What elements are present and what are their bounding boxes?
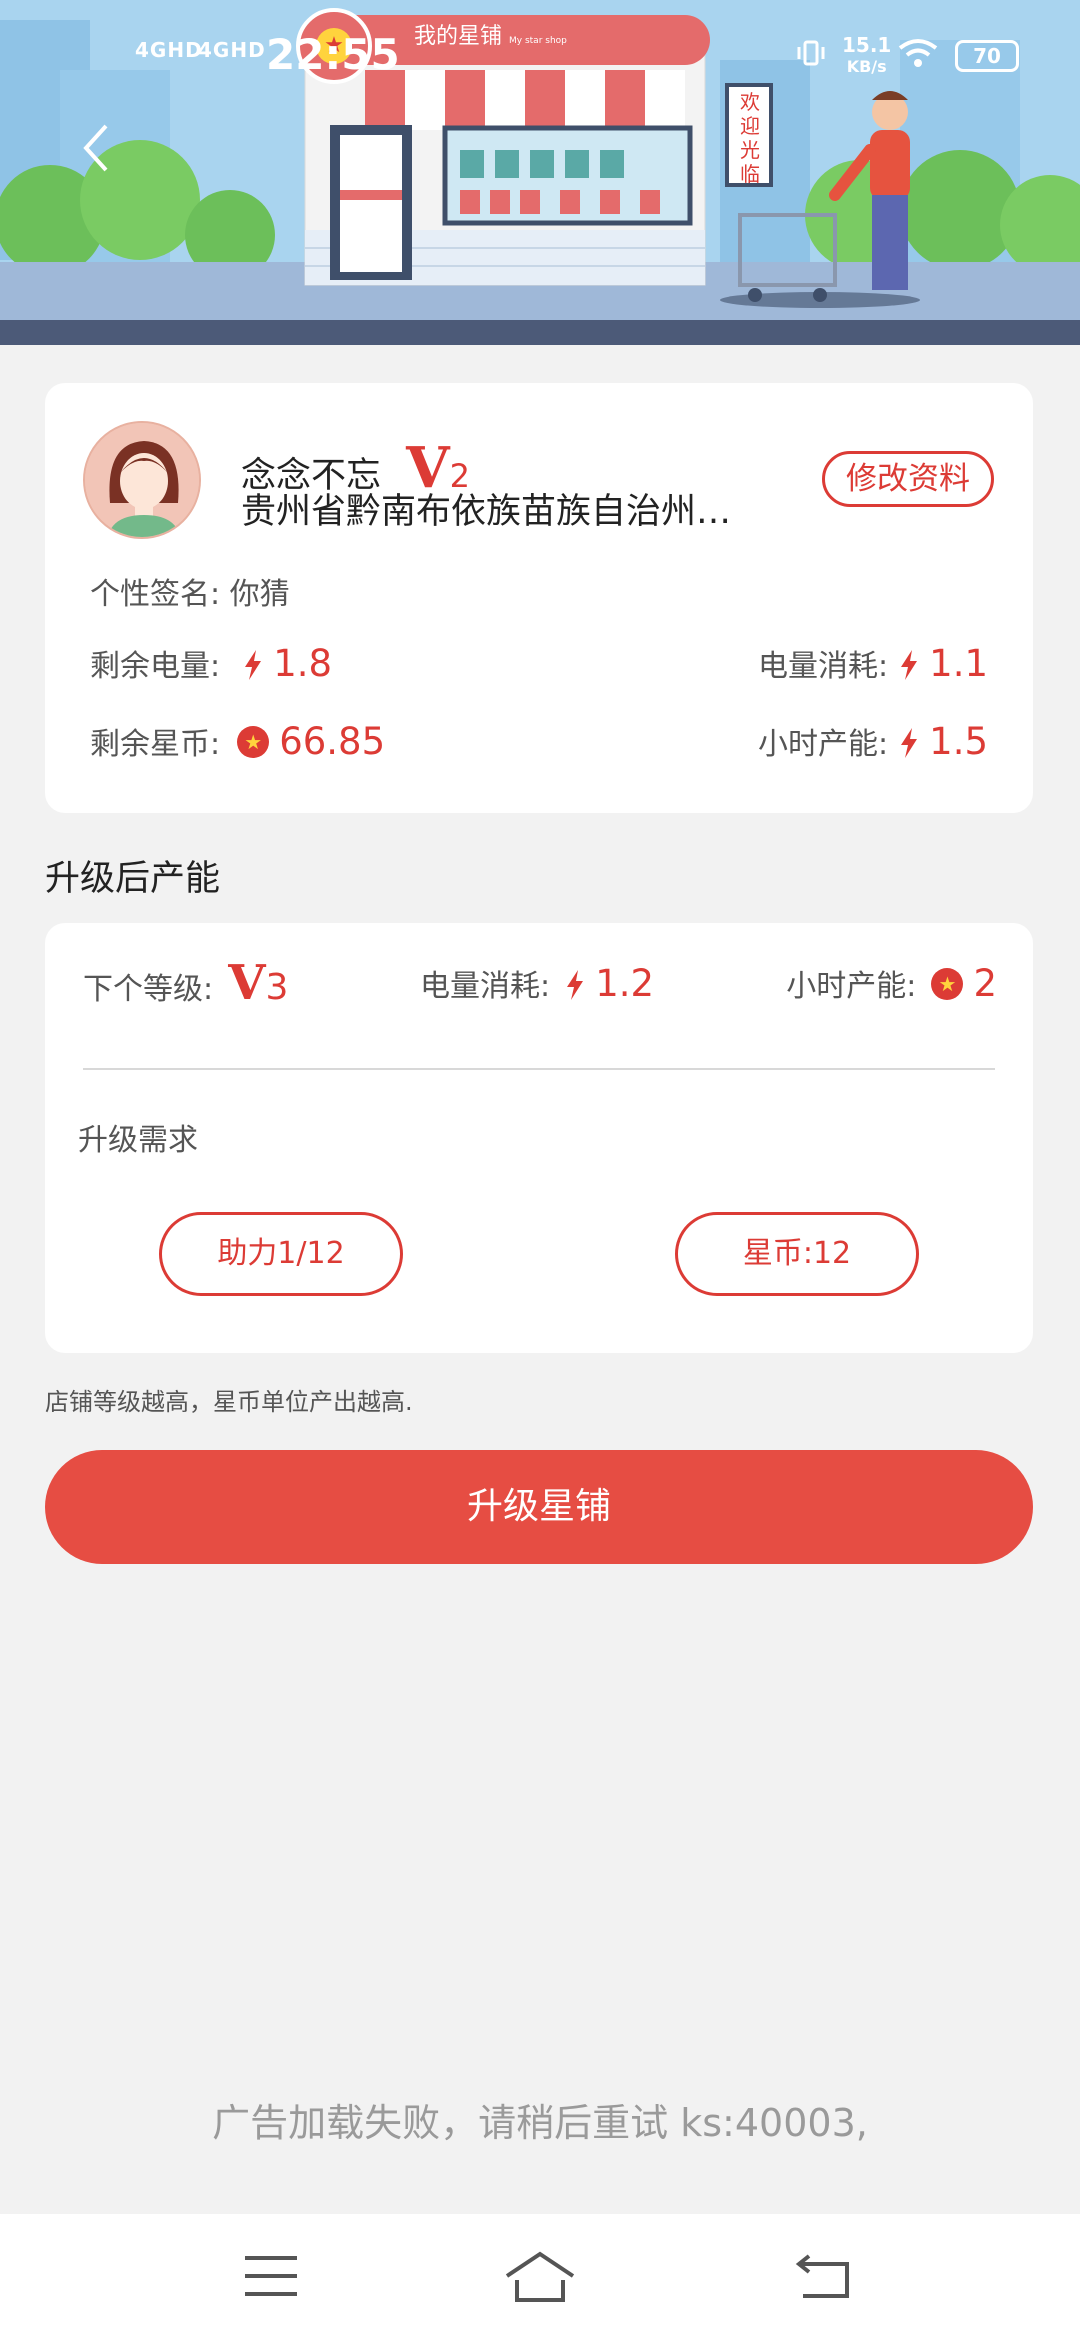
system-navbar bbox=[0, 2214, 1080, 2340]
next-hourly-output-label: 小时产能: bbox=[786, 969, 917, 1004]
signal-2: 4GHD bbox=[198, 38, 266, 62]
lightning-icon bbox=[901, 650, 918, 680]
coins-left-row: 剩余星币: 66.85 bbox=[90, 719, 385, 763]
next-hourly-output-row: 小时产能: 2 bbox=[786, 961, 997, 1005]
upgrade-card: 下个等级: V3 电量消耗: 1.2 小时产能: 2 升级需求 助力1/12 星… bbox=[45, 923, 1033, 1353]
address: 贵州省黔南布依族苗族自治州… bbox=[241, 492, 732, 532]
signature-label: 个性签名: bbox=[90, 577, 221, 612]
requirement-coins-button[interactable]: 星币:12 bbox=[675, 1212, 919, 1296]
coins-left-value: 66.85 bbox=[279, 720, 386, 763]
home-button[interactable] bbox=[505, 2248, 575, 2304]
net-speed: 15.1 KB/s bbox=[842, 33, 892, 76]
back-nav-button[interactable] bbox=[795, 2252, 851, 2300]
back-button[interactable] bbox=[78, 118, 118, 178]
next-hourly-output-value: 2 bbox=[973, 962, 997, 1005]
home-icon bbox=[505, 2251, 575, 2302]
power-cost-row: 电量消耗: 1.1 bbox=[758, 641, 988, 685]
upgrade-shop-button[interactable]: 升级星铺 bbox=[45, 1450, 1033, 1564]
power-cost-label: 电量消耗: bbox=[757, 649, 889, 684]
hourly-output-row: 小时产能: 1.5 bbox=[758, 719, 988, 763]
power-left-value: 1.8 bbox=[273, 642, 333, 685]
star-coin-icon bbox=[931, 968, 964, 1000]
next-power-cost-value: 1.2 bbox=[595, 962, 655, 1005]
chevron-left-icon bbox=[83, 124, 108, 172]
lightning-icon bbox=[567, 970, 584, 1000]
power-left-label: 剩余电量: bbox=[90, 649, 221, 684]
hourly-output-value: 1.5 bbox=[929, 720, 988, 763]
next-power-cost-label: 电量消耗: bbox=[420, 969, 551, 1004]
requirement-help-button[interactable]: 助力1/12 bbox=[159, 1212, 403, 1296]
power-left-row: 剩余电量: 1.8 bbox=[90, 641, 332, 685]
signature-value: 你猜 bbox=[229, 577, 290, 612]
avatar[interactable] bbox=[83, 421, 201, 539]
status-bar: 4GHD 4GHD 22:55 15.1 KB/s 70 bbox=[0, 30, 1080, 90]
avatar-girl-icon bbox=[85, 423, 199, 537]
star-coin-icon bbox=[237, 726, 270, 758]
wifi-icon bbox=[898, 38, 938, 70]
hourly-output-label: 小时产能: bbox=[757, 727, 889, 762]
return-icon bbox=[795, 2254, 849, 2298]
requirements-title: 升级需求 bbox=[78, 1123, 198, 1158]
menu-icon bbox=[245, 2256, 297, 2296]
menu-button[interactable] bbox=[245, 2254, 297, 2298]
vibrate-icon bbox=[796, 40, 826, 66]
clock: 22:55 bbox=[266, 30, 400, 79]
next-level-label: 下个等级: bbox=[83, 972, 214, 1007]
next-level-row: 下个等级: V3 bbox=[83, 955, 288, 1011]
battery-indicator: 70 bbox=[955, 40, 1019, 72]
lightning-icon bbox=[901, 728, 918, 758]
divider bbox=[83, 1068, 995, 1070]
welcome-sign: 欢迎光临 bbox=[740, 90, 760, 186]
lightning-icon bbox=[245, 650, 262, 680]
power-cost-value: 1.1 bbox=[929, 642, 988, 685]
upgrade-tip: 店铺等级越高，星币单位产出越高. bbox=[45, 1388, 413, 1416]
next-power-cost-row: 电量消耗: 1.2 bbox=[420, 961, 654, 1005]
ad-error-message: 广告加载失败，请稍后重试 ks:40003, bbox=[212, 2101, 868, 2145]
signature-row: 个性签名: 你猜 bbox=[90, 569, 290, 613]
section-title: 升级后产能 bbox=[45, 859, 221, 899]
coins-left-label: 剩余星币: bbox=[90, 727, 221, 762]
profile-card: 念念不忘 V2 贵州省黔南布依族苗族自治州… 修改资料 个性签名: 你猜 剩余电… bbox=[45, 383, 1033, 813]
edit-profile-button[interactable]: 修改资料 bbox=[822, 451, 994, 507]
next-level-letter: V bbox=[228, 955, 266, 1011]
next-level-number: 3 bbox=[265, 967, 289, 1008]
signal-1: 4GHD bbox=[135, 38, 203, 62]
